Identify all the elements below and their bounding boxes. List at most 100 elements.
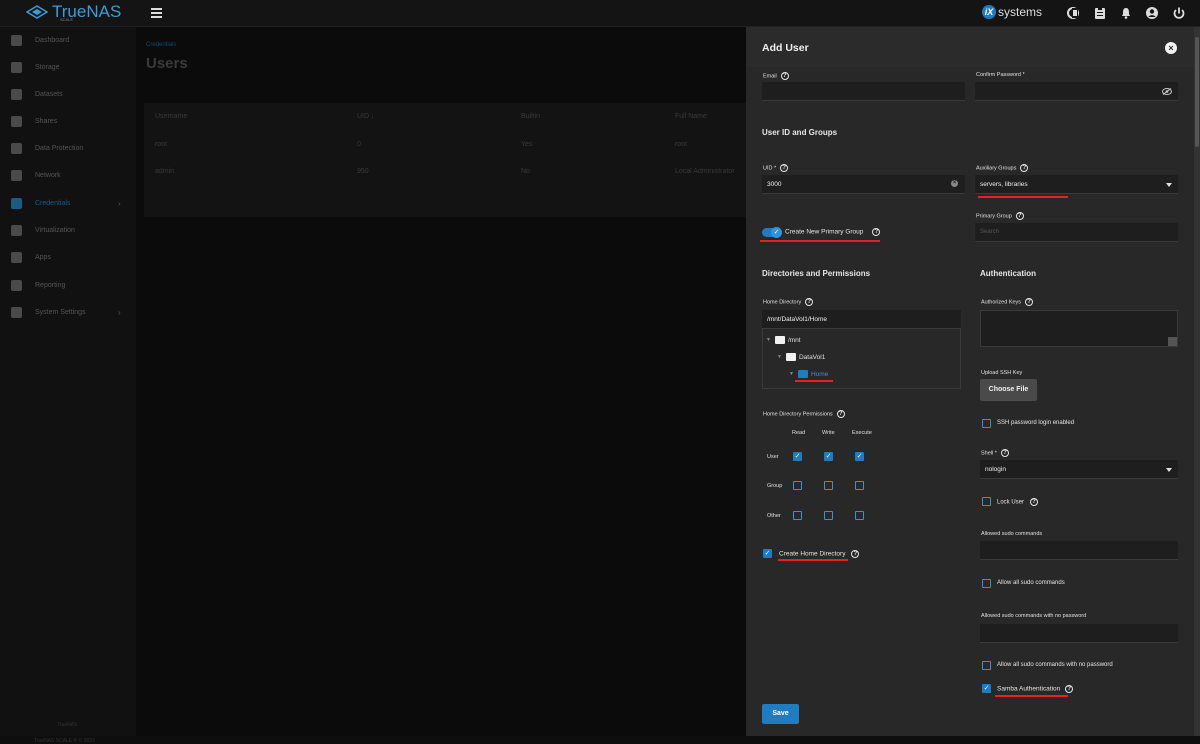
apps-grid-icon [11, 252, 22, 263]
truenas-logo[interactable]: TrueNAS [26, 3, 121, 20]
sidebar-item-reporting[interactable]: Reporting [0, 272, 136, 299]
sidebar-item-label: Apps [35, 254, 51, 261]
tree-node-datavol1[interactable]: ▼ DataVol1 [777, 353, 825, 361]
breadcrumb[interactable]: Credentials [146, 42, 176, 48]
help-icon[interactable]: ? [805, 298, 814, 306]
sudo-commands-label: Allowed sudo commands [981, 531, 1043, 537]
uid-value: 3000 [767, 181, 782, 188]
sidebar-item-virtualization[interactable]: Virtualization [0, 217, 136, 244]
allow-all-sudo-nopw-label: Allow all sudo commands with no password [997, 662, 1113, 668]
help-icon[interactable]: ? [1065, 685, 1074, 693]
column-header[interactable]: Full Name [675, 113, 707, 120]
column-header[interactable]: Username [155, 113, 187, 120]
perm-group-write-checkbox[interactable] [824, 481, 833, 490]
column-header[interactable]: Builtin [521, 113, 540, 120]
ix-systems-logo[interactable]: iX systems [982, 5, 1042, 19]
sudo-commands-input[interactable] [980, 541, 1178, 560]
sidebar-item-label: Data Protection [35, 145, 84, 152]
help-icon[interactable]: ? [780, 164, 789, 172]
annotation-underline [778, 559, 848, 561]
sidebar-item-system-settings[interactable]: System Settings › [0, 299, 136, 326]
help-icon[interactable]: ? [1015, 212, 1024, 220]
sidebar-item-dashboard[interactable]: Dashboard [0, 27, 136, 54]
lock-user-checkbox[interactable] [982, 497, 991, 506]
panel-scrollbar[interactable] [1194, 27, 1200, 736]
sudo-nopw-label: Allowed sudo commands with no password [981, 613, 1087, 619]
help-icon[interactable]: ? [872, 228, 881, 236]
ix-brand-text: systems [998, 5, 1043, 19]
table-cell: root [675, 141, 688, 148]
email-field[interactable] [762, 82, 965, 101]
help-icon[interactable]: ? [780, 72, 789, 80]
perm-other-write-checkbox[interactable] [824, 511, 833, 520]
account-icon[interactable] [1145, 6, 1159, 20]
perm-other-execute-checkbox[interactable] [855, 511, 864, 520]
clipboard-icon[interactable] [1093, 6, 1107, 20]
shell-label: Shell *? [981, 449, 1009, 457]
choose-file-button[interactable]: Choose File [980, 379, 1037, 401]
sudo-nopw-input[interactable] [980, 624, 1178, 643]
help-icon[interactable]: ? [851, 550, 860, 558]
perm-row-other: Other [767, 513, 781, 519]
close-icon[interactable]: × [1165, 42, 1177, 54]
create-primary-group-label: Create New Primary Group? [785, 228, 881, 236]
sidebar-item-network[interactable]: Network [0, 162, 136, 189]
sidebar-item-data-protection[interactable]: Data Protection [0, 135, 136, 162]
folder-icon [785, 353, 796, 361]
perm-user-write-checkbox[interactable]: ✓ [824, 452, 833, 461]
help-icon[interactable]: ? [1000, 449, 1009, 457]
sidebar-item-storage[interactable]: Storage [0, 54, 136, 81]
expand-triangle-icon[interactable]: ▼ [766, 337, 771, 343]
visibility-off-icon[interactable] [1162, 88, 1172, 95]
sidebar-item-apps[interactable]: Apps [0, 244, 136, 271]
aux-groups-value: servers, libraries [980, 181, 1028, 188]
uid-input[interactable]: 3000 × [762, 175, 965, 194]
aux-groups-select[interactable]: servers, libraries [975, 175, 1178, 194]
help-icon[interactable]: ? [1025, 298, 1034, 306]
save-button[interactable]: Save [762, 704, 799, 724]
expand-triangle-icon[interactable]: ▼ [789, 371, 794, 377]
ssh-password-login-checkbox[interactable] [982, 419, 991, 428]
shell-select[interactable]: nologin [980, 460, 1178, 479]
annotation-underline [760, 240, 880, 242]
panel-header: Add User × [746, 27, 1194, 67]
help-icon[interactable]: ? [1030, 498, 1039, 506]
top-bar: TrueNAS SCALE iX systems [0, 0, 1200, 27]
resize-handle-icon[interactable] [1168, 337, 1177, 346]
samba-auth-checkbox[interactable]: ✓ [982, 684, 991, 693]
authorized-keys-textarea[interactable] [980, 310, 1178, 347]
expand-triangle-icon[interactable]: ▼ [777, 354, 782, 360]
column-header[interactable]: UID ↓ [357, 113, 375, 120]
tree-node-mnt[interactable]: ▼ /mnt [766, 336, 801, 344]
allow-all-sudo-nopw-checkbox[interactable] [982, 661, 991, 670]
sidebar-item-shares[interactable]: Shares [0, 108, 136, 135]
sidebar-item-datasets[interactable]: Datasets [0, 81, 136, 108]
confirm-password-field[interactable] [975, 82, 1178, 101]
menu-toggle-icon[interactable] [151, 8, 162, 18]
clear-icon[interactable]: × [951, 180, 958, 187]
truecommand-icon[interactable] [1066, 6, 1080, 20]
tree-node-label: Home [810, 370, 829, 378]
sidebar-item-label: Reporting [35, 282, 66, 289]
perm-user-execute-checkbox[interactable]: ✓ [855, 452, 864, 461]
perm-group-read-checkbox[interactable] [793, 481, 802, 490]
home-directory-input[interactable]: /mnt/DataVol1/Home [762, 310, 961, 329]
network-icon [11, 170, 22, 181]
help-icon[interactable]: ? [836, 410, 845, 418]
primary-group-input[interactable]: Search [975, 223, 1178, 242]
create-home-dir-checkbox[interactable]: ✓ [763, 549, 772, 558]
perm-user-read-checkbox[interactable]: ✓ [793, 452, 802, 461]
shares-icon [11, 116, 22, 127]
scroll-thumb[interactable] [1195, 37, 1199, 147]
sidebar-item-credentials[interactable]: Credentials › [0, 190, 136, 217]
power-icon[interactable] [1172, 6, 1186, 20]
check-icon: ✓ [771, 227, 782, 238]
allow-all-sudo-checkbox[interactable] [982, 579, 991, 588]
folder-icon [797, 370, 808, 378]
bell-icon[interactable] [1119, 6, 1133, 20]
create-primary-group-toggle[interactable]: ✓ [762, 227, 782, 238]
help-icon[interactable]: ? [1020, 164, 1029, 172]
tree-node-home[interactable]: ▼ Home [789, 370, 828, 378]
perm-group-execute-checkbox[interactable] [855, 481, 864, 490]
perm-other-read-checkbox[interactable] [793, 511, 802, 520]
